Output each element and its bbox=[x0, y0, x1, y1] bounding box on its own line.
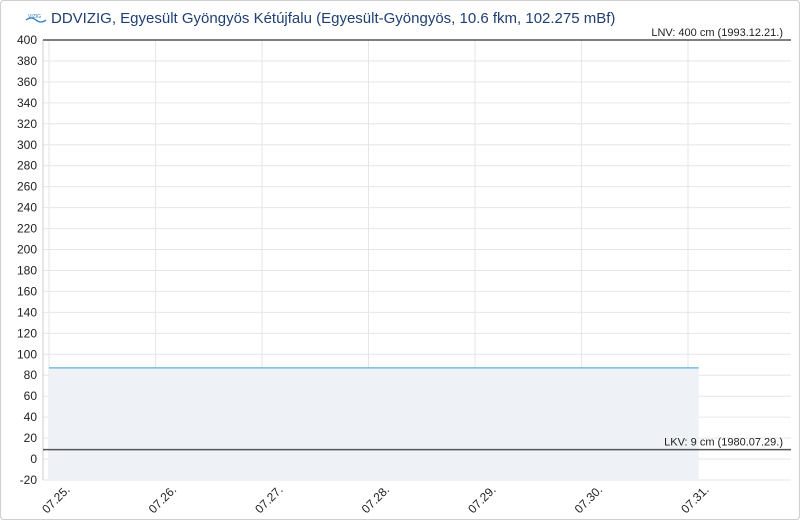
x-tick-label: 07.27. bbox=[252, 483, 285, 516]
y-tick-label: 300 bbox=[17, 138, 37, 152]
y-tick-label: 0 bbox=[30, 452, 37, 466]
y-tick-label: 240 bbox=[17, 201, 37, 215]
y-tick-label: 40 bbox=[24, 410, 38, 424]
y-tick-label: 160 bbox=[17, 284, 37, 298]
reference-line-label: LKV: 9 cm (1980.07.29.) bbox=[664, 437, 783, 449]
y-tick-label: -20 bbox=[20, 473, 38, 487]
y-tick-label: 180 bbox=[17, 263, 37, 277]
water-level-chart: -20 0 20 40 60 80 100 120 140 160 180 200 220 240 260 2… bbox=[17, 27, 791, 516]
y-tick-label: 320 bbox=[17, 117, 37, 131]
y-tick-label: 100 bbox=[17, 347, 37, 361]
y-tick-label: 340 bbox=[17, 96, 37, 110]
x-tick-label: 07.26. bbox=[146, 483, 179, 516]
y-tick-label: 80 bbox=[24, 368, 38, 382]
y-tick-label: 20 bbox=[24, 431, 38, 445]
y-tick-label: 360 bbox=[17, 75, 37, 89]
x-tick-label: 07.29. bbox=[465, 483, 498, 516]
reference-line-label: LNV: 400 cm (1993.12.21.) bbox=[651, 27, 783, 39]
y-tick-label: 200 bbox=[17, 243, 37, 257]
x-tick-label: 07.31. bbox=[678, 483, 711, 516]
y-tick-label: 380 bbox=[17, 54, 37, 68]
y-tick-label: 60 bbox=[24, 389, 38, 403]
x-tick-label: 07.30. bbox=[572, 483, 605, 516]
y-tick-label: 220 bbox=[17, 222, 37, 236]
y-tick-label: 140 bbox=[17, 305, 37, 319]
x-tick-label: 07.25. bbox=[39, 483, 72, 516]
series-area bbox=[49, 367, 699, 480]
y-tick-label: 120 bbox=[17, 326, 37, 340]
y-tick-label: 400 bbox=[17, 33, 37, 47]
y-tick-label: 260 bbox=[17, 180, 37, 194]
x-tick-label: 07.28. bbox=[359, 483, 392, 516]
chart-frame: VIZIG DDVIZIG, Egyesült Gyöngyös Kétújfa… bbox=[0, 0, 800, 520]
y-tick-label: 280 bbox=[17, 159, 37, 173]
